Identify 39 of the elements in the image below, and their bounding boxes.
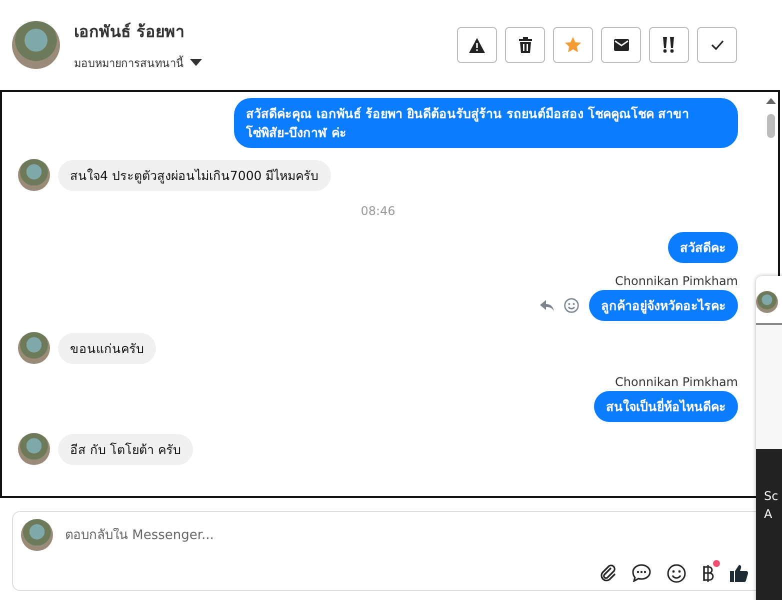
sender-name: Chonnikan Pimkham [615,274,738,288]
caret-icon[interactable] [190,59,202,66]
toolbar-button[interactable] [649,27,689,63]
double-exclamation-icon [662,37,676,53]
outgoing-message: สวัสดีค่ะคุณ เอกพันธ์ ร้อยพา ยินดีต้อนรับสู่ร้าน รถยนต์มือสอง โชคคูณโชค สาขา โซ่พิสัย-บึงกาฬ ค่ะ [234,98,738,148]
avatar [21,519,53,551]
check-icon [710,40,724,50]
trash-icon [518,37,532,53]
avatar [18,332,50,364]
toolbar-button[interactable] [505,27,545,63]
smiley-icon [667,564,686,583]
toolbar-button[interactable] [601,27,641,63]
warning-icon [469,38,485,52]
outgoing-message: สวัสดีคะ [668,232,738,263]
sender-name: Chonnikan Pimkham [615,375,738,389]
smiley-icon[interactable] [564,298,579,313]
baht-icon [702,564,714,583]
timestamp: 08:46 [360,204,396,218]
star-icon [565,37,581,53]
reply-icon[interactable] [540,300,554,311]
thumbs-up-icon [730,564,749,582]
avatar [18,159,50,191]
incoming-message: อีส กับ โตโยต้า ครับ [58,434,193,464]
outgoing-message: ลูกค้าอยู่จังหวัดอะไรคะ [589,290,738,321]
contact-name: เอกพันธ์ ร้อยพา [74,20,186,42]
paperclip-icon [600,564,616,582]
toolbar-button[interactable] [457,27,497,63]
assign-label[interactable]: มอบหมายการสนทนานี้ [74,54,184,72]
panel-text: Sc [764,489,780,503]
avatar [18,433,50,465]
composer-tool[interactable] [702,560,720,583]
avatar [12,21,60,69]
incoming-message: ขอนแก่นครับ [58,332,156,364]
outgoing-message: สนใจเป็นยี่ห้อไหนดีคะ [594,391,738,422]
chat-bubble-icon [632,564,651,582]
incoming-message: สนใจ4 ประตูตัวสูงผ่อนไม่เกิน7000 มีไหมครับ [58,160,331,190]
mail-icon [614,39,628,51]
panel-text: A [764,507,774,521]
avatar [756,291,778,313]
